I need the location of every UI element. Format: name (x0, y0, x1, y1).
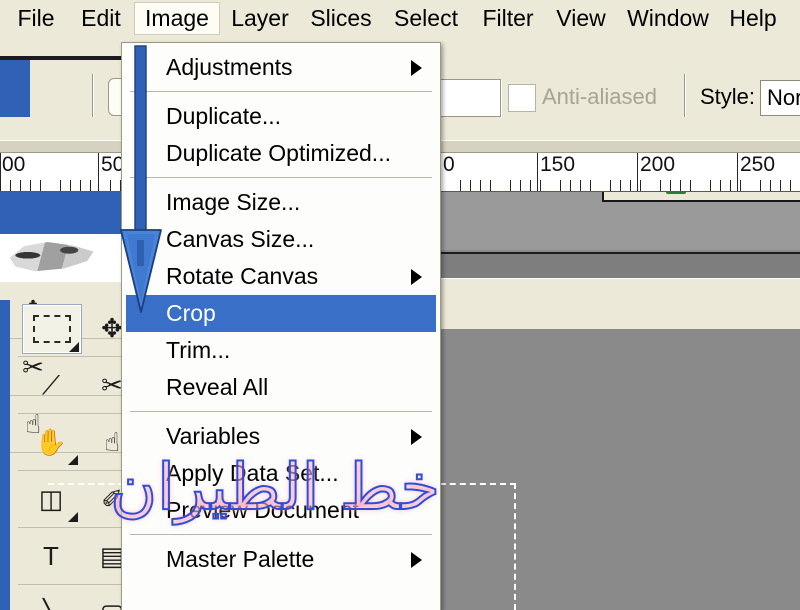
menubar-item-select[interactable]: Select (384, 2, 468, 35)
toolbox-row: T ▤ (18, 528, 139, 585)
options-separator (92, 74, 94, 120)
paintbrush-icon: ✐ (101, 484, 123, 514)
menu-item-crop[interactable]: Crop (126, 295, 436, 332)
menu-item-label: Master Palette (166, 546, 315, 572)
menubar-item-image[interactable]: Image (134, 2, 220, 35)
menu-item-label: Preview Document (166, 497, 360, 523)
nested-thumbnail (0, 234, 127, 282)
nested-window-left-edge (0, 300, 10, 610)
menu-item-preview-document[interactable]: Preview Document (126, 492, 436, 529)
rectangular-marquee-tool[interactable] (22, 304, 82, 354)
toolbox-row: ✥ (18, 300, 128, 357)
style-dropdown[interactable]: Normal (760, 80, 800, 116)
submenu-arrow-icon (411, 551, 422, 568)
menu-separator (130, 534, 432, 535)
menu-item-apply-data-set[interactable]: Apply Data Set... (126, 455, 436, 492)
menubar-item-filter[interactable]: Filter (470, 2, 546, 35)
style-value: Normal (767, 85, 800, 110)
style-label: Style: (700, 84, 756, 109)
submenu-arrow-icon (411, 268, 422, 285)
menu-item-master-palette[interactable]: Master Palette (126, 541, 436, 578)
menu-item-duplicate[interactable]: Duplicate... (126, 98, 436, 135)
menu-separator (130, 91, 432, 92)
eyedropper-tool[interactable]: ⟋ (22, 361, 80, 409)
menu-separator (130, 411, 432, 412)
toolbox-row: ◫ ✐ (18, 471, 139, 528)
ruler-label: 250 (740, 153, 776, 176)
menubar-item-view[interactable]: View (548, 2, 614, 35)
menubar-item-slices[interactable]: Slices (300, 2, 382, 35)
menubar-item-window[interactable]: Window (616, 2, 720, 35)
slice-select-icon: ✂ (101, 370, 123, 400)
line-icon: ╲ (43, 600, 59, 610)
move-icon: ✥ (101, 313, 123, 343)
menu-item-label: Trim... (166, 337, 231, 363)
toolbox[interactable]: ✥⟋✂✋☝◫✐T▤╲▢ (18, 300, 139, 610)
submenu-arrow-icon (411, 59, 422, 76)
menu-bar[interactable]: File Edit Image Layer Slices Select Filter View… (0, 0, 800, 37)
line-tool[interactable]: ╲ (22, 589, 80, 610)
menu-item-label: Duplicate... (166, 103, 282, 129)
ruler-label: 150 (540, 153, 576, 176)
nested-titlebar (0, 190, 127, 234)
type-icon: T (43, 541, 59, 571)
hand-tool[interactable]: ✋ (22, 418, 80, 466)
menu-item-label: Apply Data Set... (166, 460, 339, 486)
menu-item-image-size[interactable]: Image Size... (126, 184, 436, 221)
image-menu-items[interactable]: Adjustments Duplicate... Duplicate Optimiz… (124, 45, 438, 609)
anti-aliased-label: Anti-aliased (542, 84, 657, 109)
menu-item-trim[interactable]: Trim... (126, 332, 436, 369)
menu-separator (130, 177, 432, 178)
ruler-label: 200 (640, 153, 676, 176)
toolbox-row: ✋ ☝ (18, 414, 128, 471)
menu-item-variables[interactable]: Variables (126, 418, 436, 455)
eyedropper-icon: ⟋ (41, 370, 61, 400)
menu-item-label: Canvas Size... (166, 226, 315, 252)
image-menu-dropdown[interactable]: Adjustments Duplicate... Duplicate Optimiz… (121, 42, 441, 610)
eraser-tool[interactable]: ◫ (22, 475, 80, 523)
menu-item-label: Crop (166, 300, 216, 326)
selection-marquee-right (514, 483, 516, 610)
menu-item-label: Image Size... (166, 189, 301, 215)
ruler-label: 00 (2, 153, 26, 176)
pointer-hand-icon: ☝ (104, 427, 120, 457)
menubar-item-layer[interactable]: Layer (222, 2, 298, 35)
flyout-arrow-icon (68, 512, 78, 522)
menu-item-reveal-all[interactable]: Reveal All (126, 369, 436, 406)
menu-item-rotate-canvas[interactable]: Rotate Canvas (126, 258, 436, 295)
layers-panel (430, 278, 800, 329)
hand-icon: ✋ (34, 427, 68, 457)
flyout-arrow-icon (68, 455, 78, 465)
menu-item-label: Adjustments (166, 54, 293, 80)
menu-item-adjustments[interactable]: Adjustments (126, 49, 436, 86)
toolbox-row: ╲▢ (18, 585, 128, 610)
menu-item-label: Reveal All (166, 374, 269, 400)
submenu-arrow-icon (411, 428, 422, 445)
menubar-item-help[interactable]: Help (722, 2, 784, 35)
menubar-item-edit[interactable]: Edit (70, 2, 132, 35)
feather-image (9, 242, 94, 272)
menu-item-canvas-size[interactable]: Canvas Size... (126, 221, 436, 258)
menu-item-label: Variables (166, 423, 261, 449)
type-tool[interactable]: T (22, 532, 80, 580)
ruler-label: 0 (443, 153, 455, 176)
eraser-icon: ◫ (38, 484, 64, 514)
anti-aliased-checkbox[interactable] (508, 84, 536, 112)
menu-item-label: Rotate Canvas (166, 263, 319, 289)
application-window: ✥ ✂ ☝ e: Normal Opacity: 22% (0, 0, 800, 610)
toolbox-row: ⟋ ✂ (18, 357, 128, 414)
menu-item-label: Duplicate Optimized... (166, 140, 391, 166)
menubar-item-file[interactable]: File (4, 2, 68, 35)
feather-input[interactable] (437, 79, 501, 117)
rectangular-marquee-icon (33, 315, 71, 343)
options-separator (684, 74, 686, 120)
flyout-arrow-icon (69, 342, 79, 352)
menu-item-duplicate-optimized[interactable]: Duplicate Optimized... (126, 135, 436, 172)
